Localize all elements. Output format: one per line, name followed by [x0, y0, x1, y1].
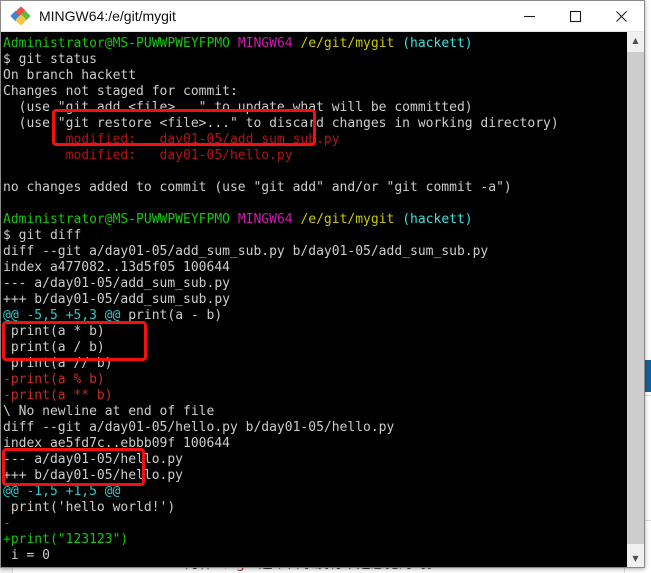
close-button[interactable] — [598, 1, 644, 32]
diff-hunk-header: @@ -1,5 +1,5 @@ — [3, 484, 121, 499]
terminal-output-line: --- a/day01-05/add_sum_sub.py — [3, 276, 230, 291]
terminal-output-line: \ No newline at end of file — [3, 404, 215, 419]
terminal-prompt-line: Administrator@MS-PUWWPWEYFPMO MINGW64 /e… — [3, 36, 473, 51]
terminal-prompt-line: Administrator@MS-PUWWPWEYFPMO MINGW64 /e… — [3, 212, 473, 227]
terminal-output-line: Changes not staged for commit: — [3, 84, 238, 99]
terminal-output-line: no changes added to commit (use "git add… — [3, 180, 512, 195]
scrollbar-thumb[interactable] — [627, 52, 644, 544]
maximize-button[interactable] — [552, 1, 598, 32]
terminal-output-line: print(a * b) — [3, 324, 105, 339]
terminal-command-line: $ git diff — [3, 228, 82, 243]
terminal-output-line: +++ b/day01-05/hello.py — [3, 468, 184, 483]
diff-hunk-header: @@ -5,5 +5,3 @@ print(a - b) — [3, 308, 223, 323]
diff-deleted-line: - — [3, 516, 11, 531]
window-titlebar[interactable]: MINGW64:/e/git/mygit — [1, 1, 644, 32]
git-status-modified-line: modified: day01-05/add_sum_sub.py — [3, 132, 340, 147]
scrollbar-up-arrow[interactable]: ▲ — [627, 32, 644, 49]
terminal-output-line: print('hello world!') — [3, 500, 176, 515]
mingw64-window: MINGW64:/e/git/mygit Administrator@MS-PU… — [0, 0, 645, 568]
scrollbar-down-arrow[interactable]: ▼ — [627, 550, 644, 567]
terminal-output-line: index a477082..13d5f05 100644 — [3, 260, 230, 275]
terminal-output-line: +++ b/day01-05/add_sum_sub.py — [3, 292, 230, 307]
terminal-body: Administrator@MS-PUWWPWEYFPMO MINGW64 /e… — [1, 32, 644, 567]
terminal-output-line: (use "git restore <file>..." to discard … — [3, 116, 559, 131]
git-status-modified-line: modified: day01-05/hello.py — [3, 148, 293, 163]
diff-added-line: +print("123123") — [3, 532, 129, 547]
terminal-command-line: $ git status — [3, 52, 97, 67]
minimize-button[interactable] — [506, 1, 552, 32]
terminal-output-line: --- a/day01-05/hello.py — [3, 452, 184, 467]
window-title: MINGW64:/e/git/mygit — [39, 8, 176, 24]
terminal-output-line: (use "git add <file>..." to update what … — [3, 100, 473, 115]
diff-deleted-line: -print(a % b) — [3, 372, 105, 387]
screenshot-root: ⓒ ✗ ✳ ⚲ ⚸ 为什么 .git 这个目录没有不是感觉的吗。 MINGW64… — [0, 0, 651, 573]
terminal-output-line: i = 0 — [3, 548, 50, 563]
window-controls — [506, 1, 644, 32]
mingw-diamond-icon — [10, 5, 31, 26]
terminal-output-line: print(a / b) — [3, 340, 105, 355]
terminal-output-line: print(a // b) — [3, 356, 113, 371]
terminal-output-line: diff --git a/day01-05/add_sum_sub.py b/d… — [3, 244, 489, 259]
terminal-scrollbar[interactable]: ▲ ▼ — [626, 32, 644, 567]
terminal-output-line: On branch hackett — [3, 68, 137, 83]
terminal-output-line: diff --git a/day01-05/hello.py b/day01-0… — [3, 420, 395, 435]
terminal-output-line: index ae5fd7c..ebbb09f 100644 — [3, 436, 230, 451]
terminal-output[interactable]: Administrator@MS-PUWWPWEYFPMO MINGW64 /e… — [1, 32, 626, 567]
diff-deleted-line: -print(a ** b) — [3, 388, 113, 403]
